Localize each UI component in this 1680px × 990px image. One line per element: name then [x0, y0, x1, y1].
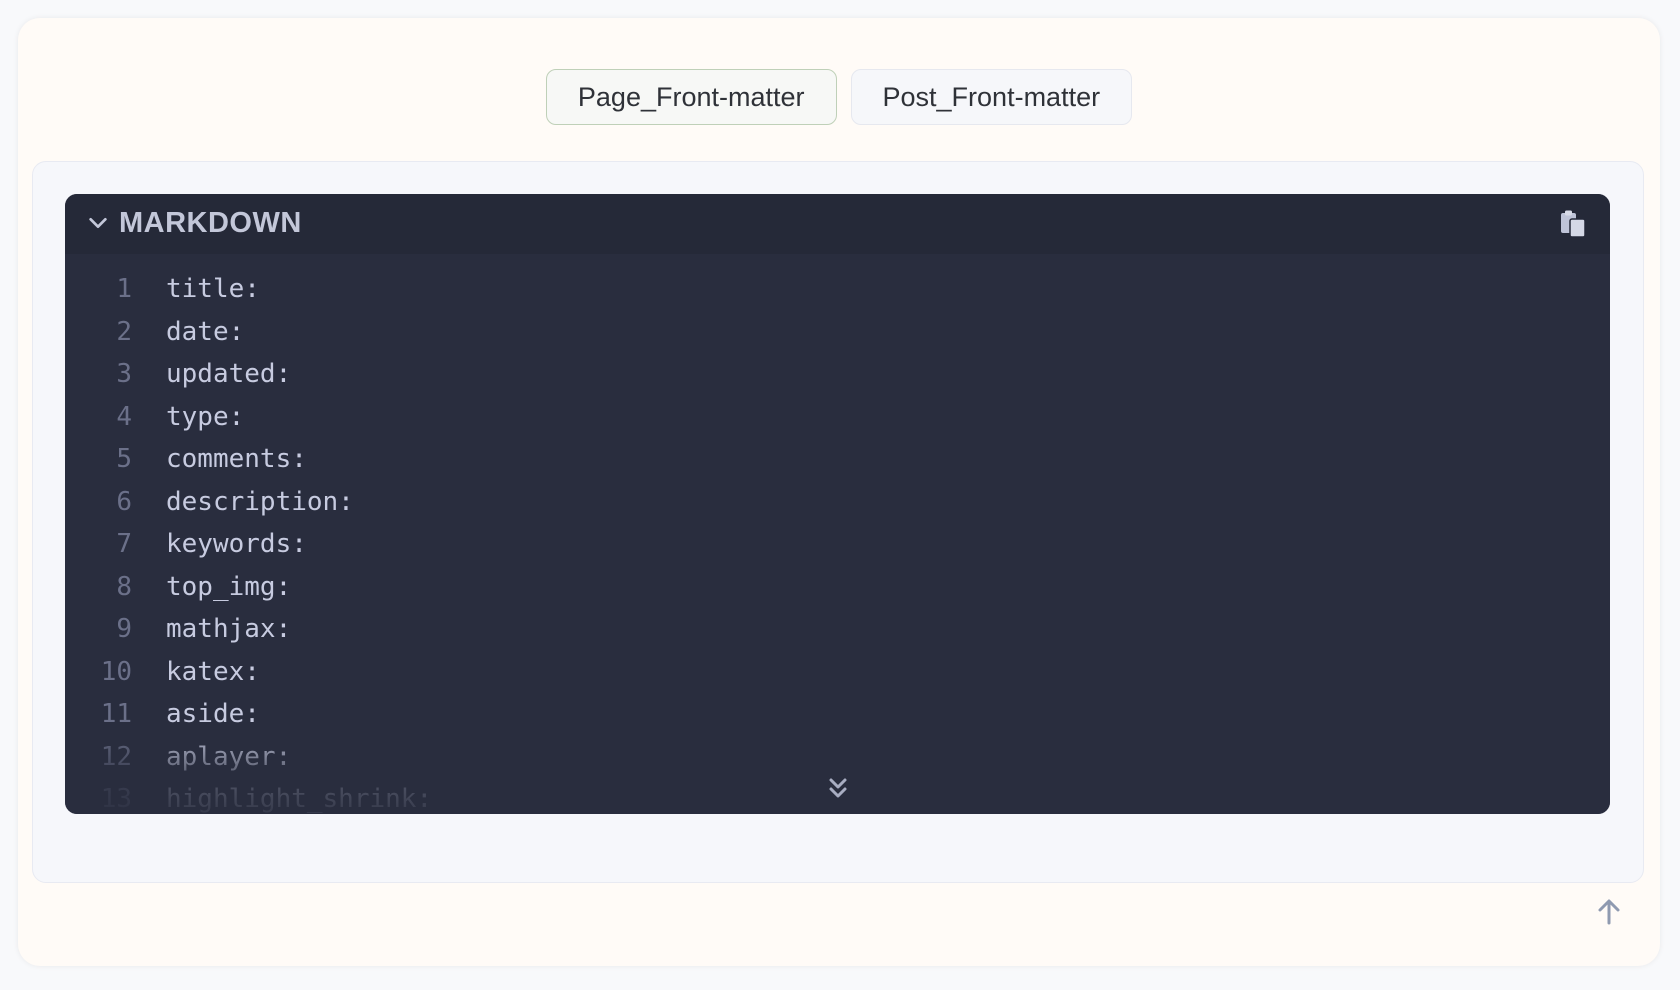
line-code: top_img: [166, 571, 292, 602]
line-number: 11 [100, 699, 132, 729]
code-line: 12 aplayer: [65, 736, 1610, 779]
code-line: 1 title: [65, 268, 1610, 311]
line-code: aplayer: [166, 741, 292, 772]
line-number: 5 [116, 444, 132, 474]
code-body: 1 title: 2 date: 3 updated: 4 type: 5 comments: 6 d… [65, 254, 1610, 814]
code-language-label: MARKDOWN [119, 207, 302, 239]
code-line: 5 comments: [65, 438, 1610, 481]
line-number: 10 [100, 656, 132, 687]
tab-page-front-matter[interactable]: Page_Front-matter [545, 69, 837, 125]
tab-post-front-matter[interactable]: Post_Front-matter [850, 69, 1133, 125]
code-line: 3 updated: [65, 353, 1610, 396]
code-header: MARKDOWN [65, 194, 1610, 254]
tab-bar: Page_Front-matter Post_Front-matter [18, 69, 1660, 125]
line-code: type: [166, 401, 245, 432]
code-line: 9 mathjax: [65, 608, 1610, 651]
tab-panel: MARKDOWN 1 title: 2 date: 3 updated: 4 type: 5 co… [32, 161, 1644, 883]
arrow-up-icon[interactable] [1596, 898, 1622, 926]
code-line: 6 description: [65, 481, 1610, 524]
code-line: 2 date: [65, 311, 1610, 354]
line-code: aside: [166, 699, 260, 729]
line-number: 6 [116, 486, 132, 517]
chevron-down-icon[interactable] [87, 212, 109, 234]
line-number: 12 [100, 741, 132, 772]
copy-icon[interactable] [1558, 209, 1588, 239]
line-number: 9 [116, 614, 132, 644]
line-number: 7 [116, 529, 132, 559]
line-code: highlight_shrink: [166, 784, 433, 814]
double-chevron-down-icon[interactable] [827, 776, 849, 800]
line-code: date: [166, 316, 245, 347]
code-line: 4 type: [65, 396, 1610, 439]
code-line: 8 top_img: [65, 566, 1610, 609]
line-code: title: [166, 274, 260, 304]
line-code: comments: [166, 444, 307, 474]
line-code: keywords: [166, 529, 307, 559]
line-code: katex: [166, 656, 260, 687]
line-number: 1 [116, 274, 132, 304]
code-line: 7 keywords: [65, 523, 1610, 566]
line-code: mathjax: [166, 614, 292, 644]
line-code: updated: [166, 359, 292, 389]
code-line: 11 aside: [65, 693, 1610, 736]
line-number: 13 [100, 784, 132, 814]
code-block: MARKDOWN 1 title: 2 date: 3 updated: 4 type: 5 co… [65, 194, 1610, 814]
line-code: description: [166, 486, 354, 517]
line-number: 8 [116, 571, 132, 602]
page-card: Page_Front-matter Post_Front-matter MARK… [18, 18, 1660, 966]
line-number: 4 [116, 401, 132, 432]
code-line: 10 katex: [65, 651, 1610, 694]
line-number: 3 [116, 359, 132, 389]
line-number: 2 [116, 316, 132, 347]
